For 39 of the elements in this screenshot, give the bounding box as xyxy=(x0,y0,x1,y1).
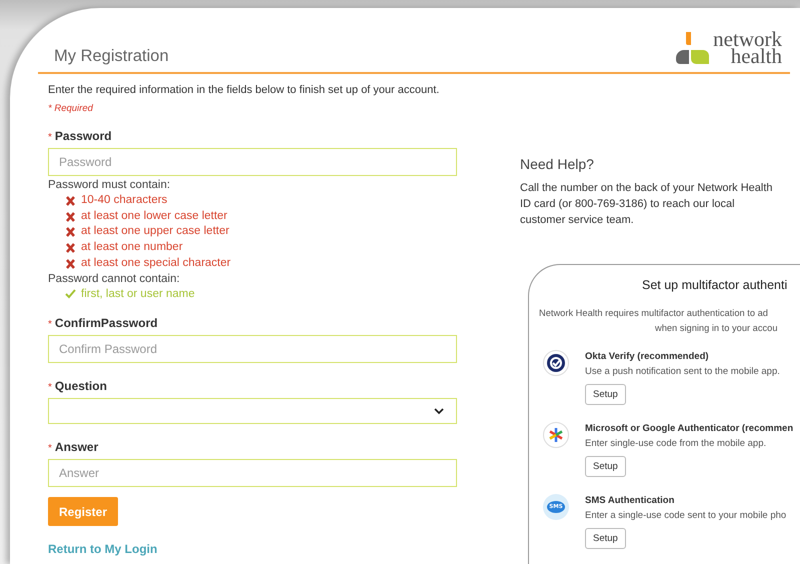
rule-text: at least one lower case letter xyxy=(81,208,228,224)
field-label: * Question xyxy=(48,379,108,394)
rule-text: at least one special character xyxy=(81,256,231,271)
mfa-description: Network Health requires multifactor authentication to ad xyxy=(539,307,769,320)
asterisk-icon xyxy=(543,422,569,448)
input-field[interactable]: Password xyxy=(48,148,457,176)
leaf-mark-icon xyxy=(674,30,710,66)
method-description: Enter single-use code from the mobile app. xyxy=(585,438,768,449)
field-label: * Answer xyxy=(48,440,100,454)
method-name: SMS Authentication xyxy=(585,495,676,506)
setup-button[interactable]: Setup xyxy=(585,384,626,405)
mfa-title: Set up multifactor authenti xyxy=(642,278,788,292)
intro-text: Enter the required information in the fields below to finish set up of your account. xyxy=(48,84,440,96)
rule-text: 10-40 characters xyxy=(81,193,168,208)
field-label: * Password xyxy=(48,129,113,143)
rule-heading: Password cannot contain: xyxy=(48,272,181,287)
field-label: * ConfirmPassword xyxy=(48,316,159,330)
input-field[interactable]: Answer xyxy=(48,459,457,488)
method-name: Okta Verify (recommended) xyxy=(585,351,710,362)
required-note: * Required xyxy=(48,103,94,114)
chevron-down-icon xyxy=(434,408,444,415)
help-title: Need Help? xyxy=(520,156,595,172)
input-field[interactable]: Confirm Password xyxy=(48,335,457,364)
method-description: Enter a single-use code sent to your mobile pho xyxy=(585,510,786,521)
logo-text: health xyxy=(730,48,782,65)
rule-text: at least one upper case letter xyxy=(81,224,230,240)
help-text: Call the number on the back of your Network Health ID card (or 800-769-3186) to reach our local customer service team. xyxy=(520,181,774,228)
setup-button[interactable]: Setup xyxy=(585,528,626,549)
method-description: Use a push notification sent to the mobile app. xyxy=(585,366,780,377)
setup-button[interactable]: Setup xyxy=(585,456,626,477)
method-name: Microsoft or Google Authenticator (recommen xyxy=(585,423,794,434)
rule-heading: Password must contain: xyxy=(48,178,172,193)
page-title: My Registration xyxy=(54,47,169,66)
rule-text: first, last or user name xyxy=(81,286,195,302)
logo-text: network xyxy=(713,31,782,48)
rule-text: at least one number xyxy=(81,240,183,256)
mfa-description: when signing in to your accou xyxy=(655,322,778,335)
select-field[interactable] xyxy=(48,398,457,424)
verify-badge-icon xyxy=(543,350,569,376)
